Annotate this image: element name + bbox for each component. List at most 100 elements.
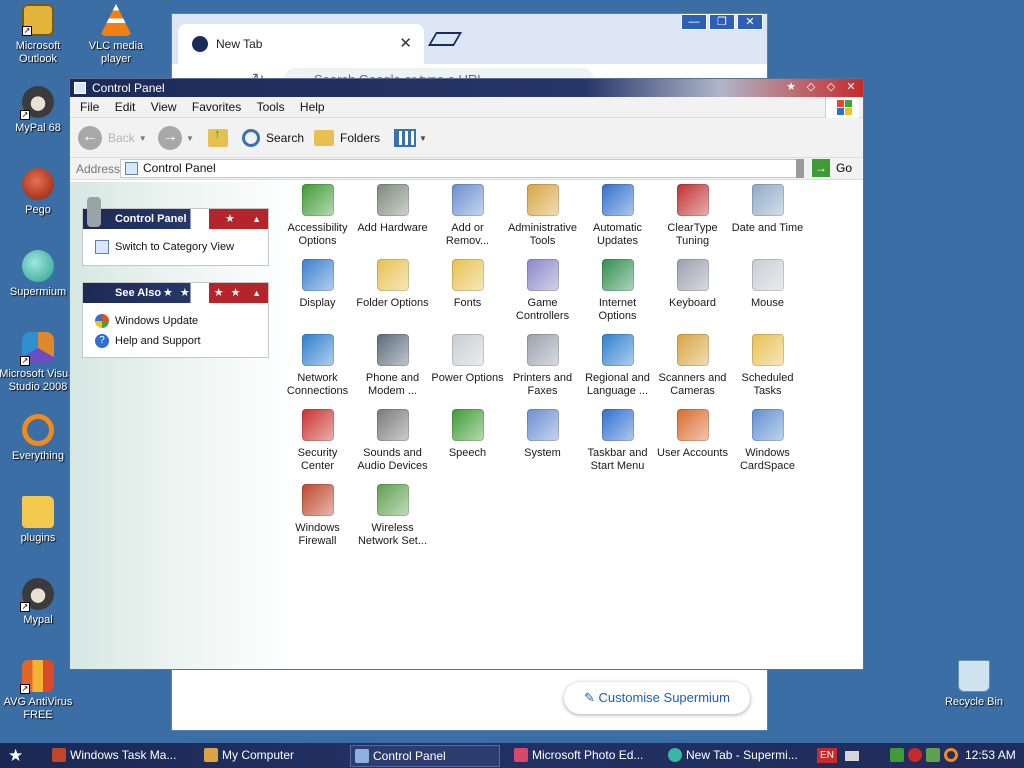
taskbar-button-supermium[interactable]: New Tab - Supermi...	[664, 745, 814, 767]
customise-supermium-button[interactable]: ✎ Customise Supermium	[564, 682, 750, 714]
cp-item-internet-options[interactable]: Internet Options	[580, 259, 655, 323]
cp-item-accessibility[interactable]: Accessibility Options	[280, 184, 355, 248]
help-support-link[interactable]: ? Help and Support	[83, 331, 268, 351]
cp-item-cleartype[interactable]: ClearType Tuning	[655, 184, 730, 248]
control-panel-titlebar[interactable]: Control Panel ★ ◇ ◇ ✕	[70, 79, 863, 97]
menu-view[interactable]: View	[145, 97, 183, 118]
back-button[interactable]: ← Back ▼	[78, 125, 147, 151]
back-dropdown-icon[interactable]: ▼	[139, 134, 147, 143]
taskbar-button-photo-editor[interactable]: Microsoft Photo Ed...	[510, 745, 660, 767]
tab-close-icon[interactable]: ✕	[399, 34, 412, 52]
views-button[interactable]: ▼	[394, 125, 427, 151]
language-indicator[interactable]: EN	[817, 748, 837, 763]
address-input[interactable]: Control Panel	[120, 159, 804, 178]
windows-update-link[interactable]: Windows Update	[83, 311, 268, 331]
phone-modem-icon	[376, 334, 409, 366]
new-tab-button[interactable]	[427, 32, 463, 46]
cp-item-printer[interactable]: Printers and Faxes	[505, 334, 580, 398]
cp-item-user-accounts[interactable]: User Accounts	[655, 409, 730, 460]
taskbar-clock[interactable]: 12:53 AM	[965, 743, 1016, 768]
cp-item-wireless-setup[interactable]: Wireless Network Set...	[355, 484, 430, 548]
browser-tab[interactable]: New Tab ✕	[178, 24, 424, 64]
menu-edit[interactable]: Edit	[109, 97, 142, 118]
desktop-icon-vlc[interactable]: VLC media player	[76, 4, 156, 66]
desktop-icon-avg[interactable]: ↗ AVG AntiVirus FREE	[0, 660, 78, 722]
switch-category-view-link[interactable]: Switch to Category View	[83, 237, 268, 257]
tray-green-icon[interactable]	[890, 748, 904, 762]
cp-item-automatic-updates[interactable]: Automatic Updates	[580, 184, 655, 248]
cp-item-scanner-camera[interactable]: Scanners and Cameras	[655, 334, 730, 398]
antivirus-tray-icon[interactable]	[908, 748, 922, 762]
desktop-icon-mypal[interactable]: ↗ Mypal	[0, 578, 78, 627]
everything-tray-icon[interactable]	[944, 748, 958, 762]
cp-item-keyboard[interactable]: Keyboard	[655, 259, 730, 310]
desktop-icon-outlook[interactable]: ↗ Microsoft Outlook	[0, 4, 78, 66]
cp-item-label: ClearType Tuning	[667, 222, 718, 247]
minimize-button[interactable]: ◇	[803, 80, 819, 95]
cp-item-folder-options[interactable]: Folder Options	[355, 259, 430, 310]
taskbar-button-task-manager[interactable]: Windows Task Ma...	[48, 745, 198, 767]
cp-item-regional-language[interactable]: Regional and Language ...	[580, 334, 655, 398]
address-dropdown-button[interactable]	[796, 159, 804, 178]
menu-bar: File Edit View Favorites Tools Help	[70, 97, 863, 118]
cp-item-firewall[interactable]: Windows Firewall	[280, 484, 355, 548]
cp-item-security-shield[interactable]: Security Center	[280, 409, 355, 473]
go-button[interactable]: → Go	[812, 159, 852, 177]
cp-item-administrative-tools[interactable]: Administrative Tools	[505, 184, 580, 248]
start-button-star-icon[interactable]: ★	[8, 746, 28, 766]
taskbar: ★ Windows Task Ma... My Computer Control…	[0, 743, 1024, 768]
collapse-chevron-icon[interactable]: ▲	[252, 209, 261, 229]
cp-item-speech[interactable]: Speech	[430, 409, 505, 460]
task-panel-header[interactable]: Control Panel ★ ▲	[83, 197, 268, 229]
desktop-icon-supermium[interactable]: Supermium	[0, 250, 78, 299]
minimize-button[interactable]: —	[681, 14, 707, 30]
up-folder-button[interactable]: ↑	[208, 125, 228, 151]
cp-item-speaker[interactable]: Sounds and Audio Devices	[355, 409, 430, 473]
cp-item-power-options[interactable]: Power Options	[430, 334, 505, 385]
task-panel-header[interactable]: See Also ★ ★ ★ ★ ★ ▲	[83, 283, 268, 303]
cp-item-network[interactable]: Network Connections	[280, 334, 355, 398]
desktop-icon-mypal68[interactable]: ↗ MyPal 68	[0, 86, 78, 135]
menu-favorites[interactable]: Favorites	[186, 97, 247, 118]
cp-item-system[interactable]: System	[505, 409, 580, 460]
desktop-icon-recycle-bin[interactable]: Recycle Bin	[934, 660, 1014, 709]
cp-item-label: Network Connections	[286, 372, 349, 397]
desktop-icon-everything[interactable]: Everything	[0, 414, 78, 463]
desktop-icon-visual-studio[interactable]: ↗ Microsoft Visual Studio 2008	[0, 332, 78, 394]
forward-button[interactable]: → ▼	[158, 125, 194, 151]
forward-dropdown-icon[interactable]: ▼	[186, 134, 194, 143]
cp-item-display[interactable]: Display	[280, 259, 355, 310]
menu-help[interactable]: Help	[294, 97, 331, 118]
folders-button[interactable]: Folders	[314, 125, 380, 151]
close-button[interactable]: ✕	[737, 14, 763, 30]
cp-item-taskbar[interactable]: Taskbar and Start Menu	[580, 409, 655, 473]
supermium-icon	[22, 250, 54, 282]
task-manager-icon	[52, 748, 66, 762]
keyboard-tray-icon[interactable]	[845, 751, 859, 761]
taskbar-button-my-computer[interactable]: My Computer	[200, 745, 340, 767]
collapse-chevron-icon[interactable]: ▲	[252, 283, 261, 303]
menu-file[interactable]: File	[74, 97, 105, 118]
menu-tools[interactable]: Tools	[251, 97, 291, 118]
maximize-button[interactable]: ◇	[823, 80, 839, 95]
cp-item-game-controller[interactable]: Game Controllers	[505, 259, 580, 323]
cp-item-phone-modem[interactable]: Phone and Modem ...	[355, 334, 430, 398]
close-button[interactable]: ✕	[843, 80, 859, 95]
printer-icon	[526, 334, 559, 366]
desktop-icon-pego[interactable]: Pego	[0, 168, 78, 217]
cp-item-mouse[interactable]: Mouse	[730, 259, 805, 310]
browser-window-controls: — ❐ ✕	[681, 14, 763, 32]
go-label: Go	[836, 161, 853, 175]
maximize-button[interactable]: ❐	[709, 14, 735, 30]
cp-item-date-time[interactable]: Date and Time	[730, 184, 805, 235]
cp-item-add-hardware[interactable]: Add Hardware	[355, 184, 430, 235]
cp-item-add-remove-programs[interactable]: Add or Remov...	[430, 184, 505, 248]
cp-item-scheduled-tasks[interactable]: Scheduled Tasks	[730, 334, 805, 398]
desktop-icon-plugins[interactable]: plugins	[0, 496, 78, 545]
star-minimize-button[interactable]: ★	[783, 80, 799, 95]
cp-item-fonts-folder[interactable]: Fonts	[430, 259, 505, 310]
search-button[interactable]: Search	[242, 125, 304, 151]
network-tray-icon[interactable]	[926, 748, 940, 762]
taskbar-button-control-panel[interactable]: Control Panel	[350, 745, 500, 767]
cp-item-cardspace[interactable]: Windows CardSpace	[730, 409, 805, 473]
